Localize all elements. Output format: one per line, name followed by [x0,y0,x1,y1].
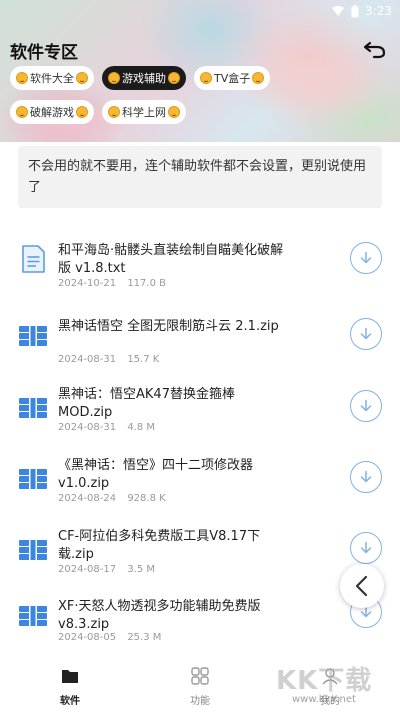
chip-vpn[interactable]: 科学上网 [102,100,186,124]
file-meta: 2024-08-31 4.8 M [58,422,155,433]
smile-emoji-icon [108,72,120,84]
download-arrow-icon [360,470,372,483]
smile-emoji-icon [16,106,28,118]
wifi-icon [332,6,345,16]
file-meta: 2024-08-17 3.5 M [58,564,155,575]
site-watermark: KK下载 www.kkx.net [276,660,394,708]
back-arrow-icon[interactable] [362,36,388,62]
chip-label: 破解游戏 [30,106,74,119]
smile-emoji-icon [168,106,180,118]
chip-cracked-games[interactable]: 破解游戏 [10,100,94,124]
file-meta: 2024-10-21 117.0 B [58,278,166,289]
file-item[interactable]: 《黑神话：悟空》四十二项修改器 v1.0.zip 2024-08-24 928.… [0,453,400,523]
smile-emoji-icon [200,72,212,84]
zip-archive-icon [19,324,47,348]
file-meta: 2024-08-05 25.3 M [58,632,161,643]
grid-icon [191,667,209,685]
file-size: 4.8 M [127,422,156,433]
chip-tv-box[interactable]: TV盒子 [194,66,271,90]
file-meta: 2024-08-24 928.8 K [58,493,166,504]
smile-emoji-icon [16,72,28,84]
status-bar: 3:23 [331,0,400,22]
folder-icon [62,670,78,683]
nav-label: 功能 [190,696,210,707]
file-size: 3.5 M [127,564,156,575]
file-name: 和平海岛·骷髅头直装绘制自瞄美化破解版 v1.8.txt [58,243,284,276]
download-button[interactable] [350,318,382,350]
file-item[interactable]: 黑神话：悟空AK47替换金箍棒 MOD.zip 2024-08-31 4.8 M [0,382,400,452]
download-arrow-icon [360,399,372,412]
file-date: 2024-08-05 [58,632,117,643]
download-button[interactable] [350,532,382,564]
battery-icon [351,4,359,17]
file-item[interactable]: 和平海岛·骷髅头直装绘制自瞄美化破解版 v1.8.txt 2024-10-21 … [0,238,400,308]
chip-game-assist[interactable]: 游戏辅助 [102,66,186,90]
file-name: 《黑神话：悟空》四十二项修改器 v1.0.zip [58,458,254,491]
download-button[interactable] [350,242,382,274]
download-arrow-icon [360,327,372,340]
nav-item-features[interactable]: 功能 [160,666,240,707]
smile-emoji-icon [76,72,88,84]
smile-emoji-icon [252,72,265,84]
file-item[interactable]: XF·天怒人物透视多功能辅助免费版 v8.3.zip 2024-08-05 25… [0,594,400,664]
download-arrow-icon [360,251,372,264]
notice-text: 不会用的就不要用，连个辅助软件都不会设置，更别说使用了 [28,159,367,195]
chip-label: 科学上网 [122,106,166,119]
notice-box: 不会用的就不要用，连个辅助软件都不会设置，更别说使用了 [18,146,382,208]
file-date: 2024-08-17 [58,564,117,575]
file-date: 2024-08-31 [58,354,117,365]
file-date: 2024-08-24 [58,493,117,504]
file-date: 2024-08-31 [58,422,117,433]
floating-back-button[interactable] [340,564,384,608]
file-item[interactable]: 黑神话悟空 全图无限制筋斗云 2.1.zip 2024-08-31 15.7 K [0,314,400,384]
file-size: 928.8 K [127,493,166,504]
file-size: 15.7 K [127,354,160,365]
nav-item-software[interactable]: 软件 [30,666,110,707]
chip-label: TV盒子 [214,72,251,85]
chevron-left-icon [355,575,368,597]
chip-label: 软件大全 [30,72,74,85]
watermark-logo: KK下载 [276,666,373,696]
file-name: XF·天怒人物透视多功能辅助免费版 v8.3.zip [58,599,261,632]
chip-label: 游戏辅助 [122,72,166,85]
file-meta: 2024-08-31 15.7 K [58,354,159,365]
zip-archive-icon [19,467,47,491]
file-size: 25.3 M [127,632,162,643]
smile-emoji-icon [168,72,180,84]
text-file-icon [22,245,45,273]
smile-emoji-icon [108,106,120,118]
nav-label: 软件 [60,696,80,707]
zip-archive-icon [19,538,47,562]
file-date: 2024-10-21 [58,278,117,289]
download-button[interactable] [350,461,382,493]
file-name: CF-阿拉伯多科免费版工具V8.17下载.zip [58,529,261,562]
smile-emoji-icon [76,106,88,118]
download-arrow-icon [360,541,372,554]
file-size: 117.0 B [127,278,166,289]
page-title: 软件专区 [10,43,78,63]
zip-archive-icon [19,604,47,628]
chip-software-all[interactable]: 软件大全 [10,66,94,90]
header-banner: 3:23 软件专区 软件大全 游戏辅助 TV盒子 破解游戏 科学上网 [0,0,400,142]
watermark-url: www.kkx.net [292,694,356,705]
category-chips: 软件大全 游戏辅助 TV盒子 破解游戏 科学上网 [10,66,400,134]
zip-archive-icon [19,396,47,420]
file-name: 黑神话：悟空AK47替换金箍棒 MOD.zip [58,387,235,420]
file-name: 黑神话悟空 全图无限制筋斗云 2.1.zip [58,319,279,334]
status-time: 3:23 [365,4,392,18]
download-button[interactable] [350,390,382,422]
